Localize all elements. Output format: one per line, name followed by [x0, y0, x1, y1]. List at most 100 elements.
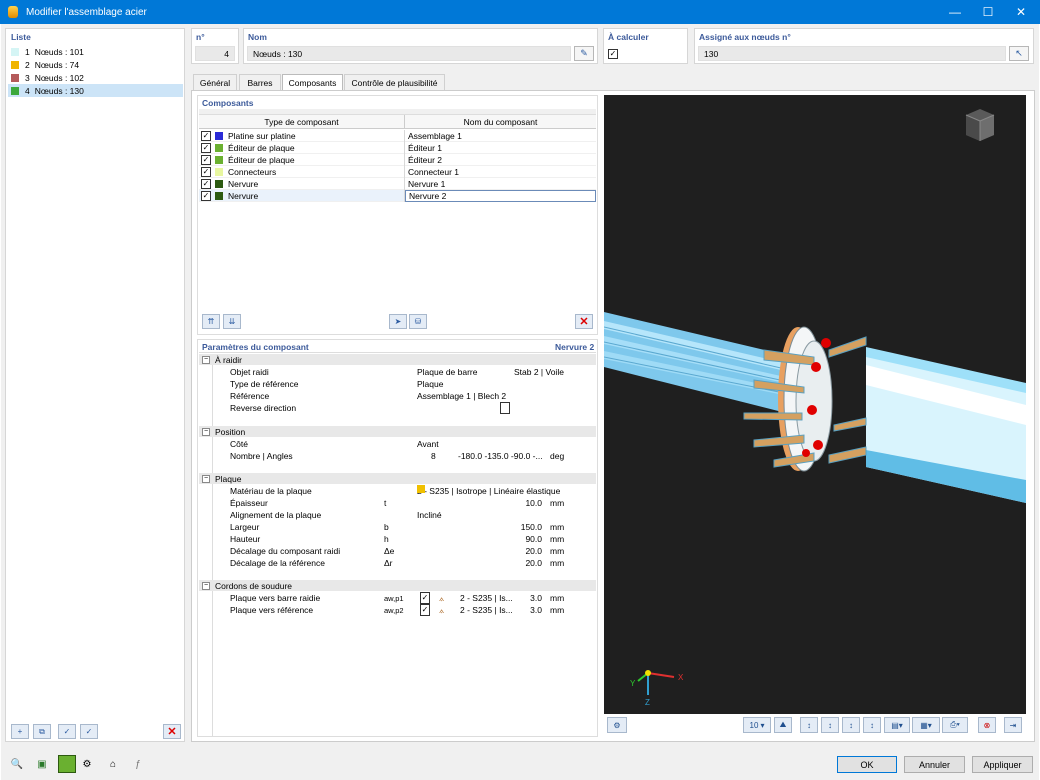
component-row[interactable]: ✓ Platine sur platine Assemblage 1: [199, 129, 596, 142]
assigned-field[interactable]: 130: [698, 46, 1006, 61]
tab-barres[interactable]: Barres: [239, 74, 281, 90]
search-icon[interactable]: 🔍: [8, 755, 26, 773]
view-settings-icon[interactable]: ⚙: [607, 717, 627, 733]
row-reverse: Reverse direction: [199, 402, 596, 414]
section-position[interactable]: − Position: [199, 426, 596, 437]
zoom-select[interactable]: 10 ▾: [743, 717, 771, 733]
add-icon[interactable]: +: [11, 724, 29, 739]
component-name[interactable]: Assemblage 1: [405, 130, 596, 142]
tab-general[interactable]: Général: [193, 74, 237, 90]
row-weld-2: Plaque vers référence aw,p2 ✓ ⟑ 2 - S235 …: [230, 604, 565, 616]
component-checkbox[interactable]: ✓: [201, 166, 211, 177]
section-raidir[interactable]: − À raidir: [199, 354, 596, 365]
uncheck-icon[interactable]: ✓: [80, 724, 98, 739]
row-typeref: Type de référence Plaque: [230, 379, 444, 389]
col-name: Nom du composant: [463, 117, 538, 127]
beam-left: [604, 312, 795, 415]
row-alignement: Alignement de la plaque Incliné: [230, 510, 442, 520]
component-name[interactable]: Connecteur 1: [405, 166, 596, 178]
view-x-icon[interactable]: ↕: [800, 717, 818, 733]
component-checkbox[interactable]: ✓: [201, 142, 211, 153]
name-field[interactable]: Nœuds : 130: [247, 46, 571, 61]
component-type: Platine sur platine: [228, 130, 296, 141]
material-swatch: [417, 485, 425, 493]
structure-icon[interactable]: ⚙: [78, 755, 96, 773]
pick-node-icon[interactable]: ↖: [1009, 46, 1029, 61]
section-soudure[interactable]: − Cordons de soudure: [199, 580, 596, 591]
component-swatch: [215, 179, 223, 188]
view-z-icon[interactable]: ↕: [842, 717, 860, 733]
row-hauteur: Hauteur h 90.0 mm: [230, 534, 565, 544]
import-icon[interactable]: ➤: [389, 314, 407, 329]
delete-icon[interactable]: ✕: [163, 724, 181, 739]
list-item[interactable]: 3 Nœuds : 102: [8, 71, 184, 84]
reset-view-icon[interactable]: ⊗: [978, 717, 996, 733]
export-icon[interactable]: ⇥: [1004, 717, 1022, 733]
component-checkbox[interactable]: ✓: [201, 154, 211, 165]
calc-label: À calculer: [608, 32, 649, 42]
display-options-icon[interactable]: ▤▾: [884, 717, 910, 733]
component-type: Nervure: [228, 178, 259, 189]
list-item-num: 2: [25, 59, 30, 70]
components-col-header: Type de composant Nom du composant: [199, 115, 596, 129]
check-all-icon[interactable]: ✓: [58, 724, 76, 739]
tab-controle[interactable]: Contrôle de plausibilité: [344, 74, 445, 90]
list-item[interactable]: 1 Nœuds : 101: [8, 45, 184, 58]
tab-composants[interactable]: Composants: [282, 74, 343, 91]
component-row[interactable]: ✓ Nervure Nervure 2: [199, 189, 596, 202]
component-name[interactable]: Éditeur 2: [405, 154, 596, 166]
ok-button[interactable]: OK: [837, 756, 897, 773]
view-icon[interactable]: ⌂: [104, 755, 122, 773]
formula-icon[interactable]: ƒ: [129, 755, 147, 773]
3d-viewport[interactable]: X Y Z: [604, 95, 1026, 714]
list-item[interactable]: 4 Nœuds : 130: [8, 84, 184, 97]
component-row[interactable]: ✓ Éditeur de plaque Éditeur 1: [199, 141, 596, 154]
component-checkbox[interactable]: ✓: [201, 130, 211, 141]
list-item-label: Nœuds : 130: [34, 85, 84, 96]
component-row[interactable]: ✓ Connecteurs Connecteur 1: [199, 165, 596, 178]
view-cube: [965, 109, 995, 141]
row-nombre: Nombre | Angles 8 -180.0 -135.0 -90.0 -.…: [230, 451, 565, 461]
move-up-icon[interactable]: ⇈: [202, 314, 220, 329]
view-iso-icon[interactable]: ↕: [863, 717, 881, 733]
visibility-icon[interactable]: ▦▾: [912, 717, 940, 733]
list-item-swatch: [11, 73, 19, 82]
axis-z-label: Z: [645, 698, 650, 707]
name-label: Nom: [248, 32, 267, 42]
row-ref: Référence Assemblage 1 | Blech 2: [230, 391, 507, 401]
weld2-checkbox[interactable]: ✓: [420, 604, 430, 616]
row-weld-1: Plaque vers barre raidie aw,p1 ✓ ⟑ 2 - S2…: [230, 592, 565, 604]
component-row[interactable]: ✓ Nervure Nervure 1: [199, 177, 596, 190]
component-checkbox[interactable]: ✓: [201, 190, 211, 201]
component-name[interactable]: Nervure 1: [405, 178, 596, 190]
delete-component-icon[interactable]: ✕: [575, 314, 593, 329]
zoom-value: 10: [749, 720, 759, 730]
units-icon[interactable]: ▣: [33, 755, 51, 773]
apply-button[interactable]: Appliquer: [972, 756, 1033, 773]
render-icon[interactable]: ⛰: [774, 717, 792, 733]
component-name[interactable]: Éditeur 1: [405, 142, 596, 154]
edit-name-icon[interactable]: ✎: [574, 46, 594, 61]
no-field[interactable]: 4: [195, 46, 235, 61]
library-icon[interactable]: ⛁: [409, 314, 427, 329]
weld1-checkbox[interactable]: ✓: [420, 592, 430, 604]
list-header: Liste: [11, 32, 31, 42]
component-checkbox[interactable]: ✓: [201, 178, 211, 189]
view-y-icon[interactable]: ↕: [821, 717, 839, 733]
component-name[interactable]: Nervure 2: [405, 189, 596, 202]
color-icon[interactable]: [58, 755, 76, 773]
axis-x-label: X: [678, 673, 684, 682]
cancel-button[interactable]: Annuler: [904, 756, 965, 773]
list-item[interactable]: 2 Nœuds : 74: [8, 58, 184, 71]
minimize-button[interactable]: —: [938, 0, 972, 24]
close-button[interactable]: ✕: [1004, 0, 1038, 24]
copy-icon[interactable]: ⧉: [33, 724, 51, 739]
list-item-label: Nœuds : 74: [34, 59, 80, 70]
calc-checkbox[interactable]: ✓: [608, 49, 618, 59]
print-icon[interactable]: ⎙▾: [942, 717, 968, 733]
maximize-button[interactable]: ☐: [971, 0, 1005, 24]
move-down-icon[interactable]: ⇊: [223, 314, 241, 329]
reverse-checkbox[interactable]: [500, 402, 510, 414]
section-plaque[interactable]: − Plaque: [199, 473, 596, 484]
component-row[interactable]: ✓ Éditeur de plaque Éditeur 2: [199, 153, 596, 166]
